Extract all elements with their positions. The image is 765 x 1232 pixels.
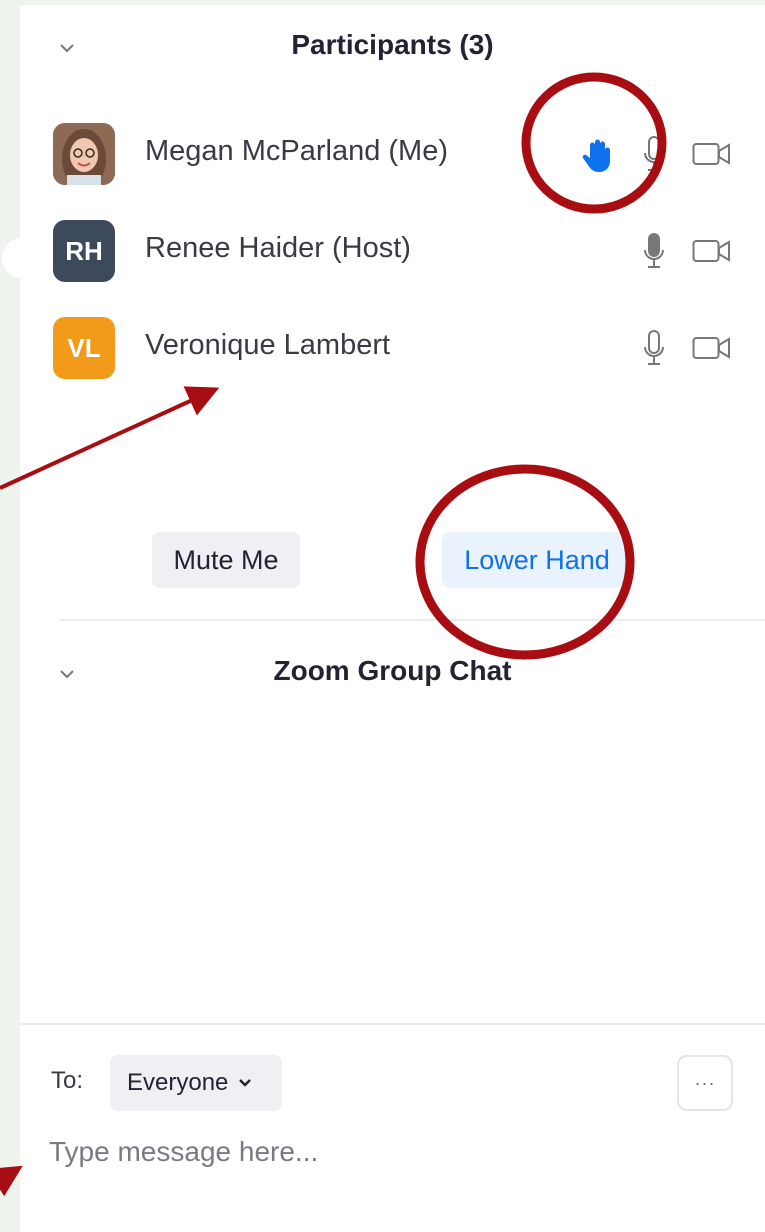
participant-row[interactable]: Megan McParland (Me)	[20, 113, 765, 193]
video-camera-icon[interactable]	[692, 141, 732, 167]
video-camera-icon[interactable]	[692, 238, 732, 264]
microphone-active-icon[interactable]	[642, 232, 666, 272]
lower-hand-button[interactable]: Lower Hand	[442, 532, 632, 588]
chat-header: Zoom Group Chat	[20, 643, 765, 703]
to-label: To:	[51, 1067, 84, 1094]
participants-title: Participants (3)	[291, 29, 494, 60]
raised-hand-icon	[582, 139, 610, 172]
avatar-initials: RH	[53, 220, 115, 282]
avatar-photo	[53, 123, 115, 185]
participant-name: Megan McParland (Me)	[145, 135, 448, 167]
chat-input-divider	[20, 1023, 765, 1025]
more-options-button[interactable]: ···	[677, 1055, 733, 1111]
recipient-value: Everyone	[127, 1069, 229, 1096]
participants-chat-panel: Participants (3) Megan McParland (Me) RH…	[20, 5, 765, 1232]
message-input[interactable]	[49, 1127, 749, 1177]
avatar-initials: VL	[53, 317, 115, 379]
video-camera-icon[interactable]	[692, 335, 732, 361]
participant-name: Renee Haider (Host)	[145, 232, 411, 264]
participant-name: Veronique Lambert	[145, 329, 391, 361]
microphone-icon[interactable]	[642, 329, 666, 369]
recipient-select[interactable]: Everyone	[110, 1055, 282, 1111]
participant-row[interactable]: RH Renee Haider (Host)	[20, 210, 765, 290]
chat-title: Zoom Group Chat	[273, 655, 512, 686]
chevron-down-icon	[239, 1079, 252, 1087]
participants-header: Participants (3)	[20, 17, 765, 77]
annotation-arrow	[0, 1165, 23, 1197]
section-divider	[60, 619, 765, 621]
microphone-icon[interactable]	[642, 135, 666, 175]
participant-row[interactable]: VL Veronique Lambert	[20, 307, 765, 387]
mute-me-button[interactable]: Mute Me	[152, 532, 300, 588]
